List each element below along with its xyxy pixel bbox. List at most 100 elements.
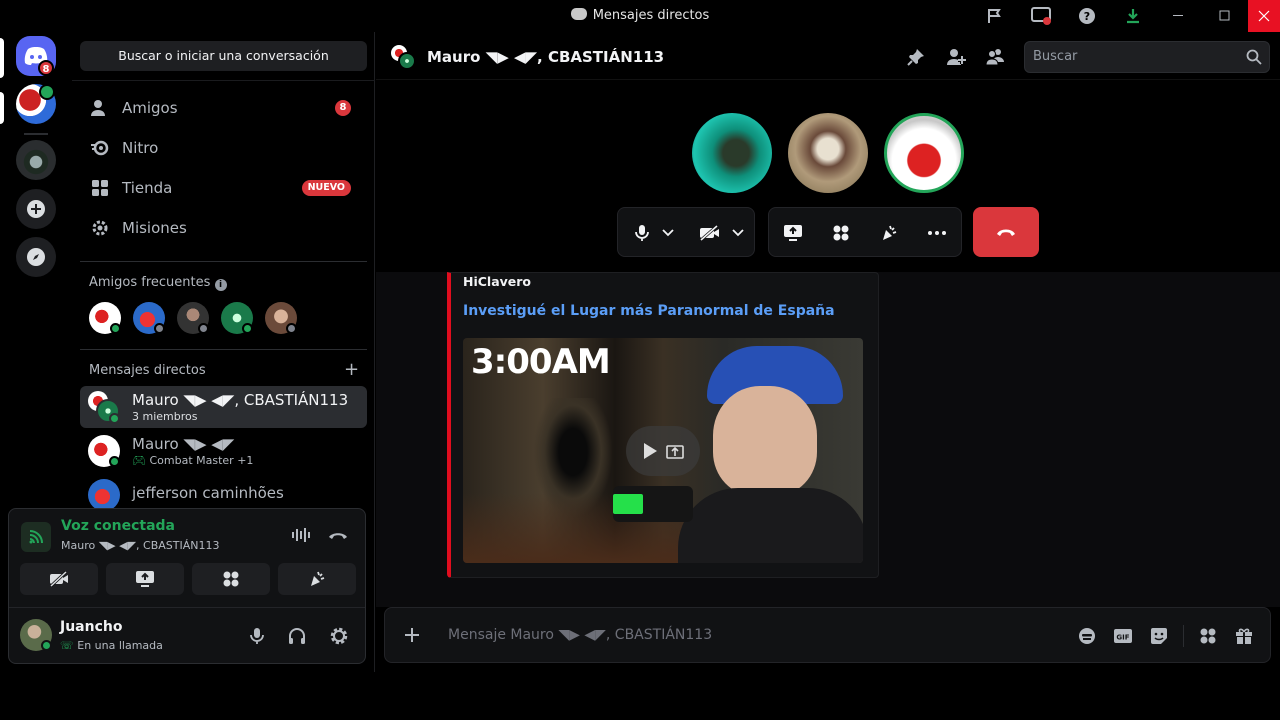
- search-icon[interactable]: [1246, 49, 1262, 69]
- share-screen-button[interactable]: [777, 217, 809, 249]
- microphone-icon: [635, 225, 649, 241]
- camera-button[interactable]: [694, 217, 726, 249]
- download-icon[interactable]: [1110, 0, 1156, 32]
- info-icon[interactable]: i: [214, 279, 227, 291]
- minimize-icon[interactable]: [1156, 0, 1202, 32]
- online-status-icon: [109, 456, 120, 467]
- add-friends-icon[interactable]: [945, 48, 967, 66]
- member-list-icon[interactable]: [984, 48, 1006, 66]
- disconnect-call-button[interactable]: [973, 207, 1039, 257]
- message-input[interactable]: Mensaje Mauro ◥▶ ◀◤, CBASTIÁN113: [448, 627, 712, 643]
- find-conversation-button[interactable]: Buscar o iniciar una conversación: [80, 41, 367, 71]
- activities-button[interactable]: [825, 217, 857, 249]
- headphones-icon[interactable]: [288, 627, 306, 649]
- share-screen-button[interactable]: [106, 563, 184, 595]
- play-controls[interactable]: [626, 426, 700, 476]
- attach-plus-icon[interactable]: [403, 626, 421, 648]
- header-avatar-2: [398, 52, 416, 70]
- activities-icon: [223, 571, 239, 587]
- dm-item[interactable]: Mauro ◥▶ ◀◤ 🎮︎ Combat Master +1: [80, 430, 367, 472]
- video-off-button[interactable]: [20, 563, 98, 595]
- play-icon: [644, 443, 657, 459]
- gift-icon[interactable]: [1233, 625, 1255, 647]
- plus-icon: [27, 200, 45, 218]
- maximize-icon[interactable]: [1202, 0, 1248, 32]
- nav-quests[interactable]: Misiones: [80, 209, 367, 247]
- microphone-icon[interactable]: [249, 627, 265, 649]
- online-status-icon: [242, 323, 253, 334]
- face-shape: [713, 386, 817, 496]
- flag-icon[interactable]: [972, 0, 1018, 32]
- search-input[interactable]: Buscar: [1024, 41, 1270, 73]
- nav-shop[interactable]: Tienda NUEVO: [80, 169, 367, 207]
- nav-friends[interactable]: Amigos 8: [80, 89, 367, 127]
- phone-icon: ☏: [60, 639, 74, 652]
- embed-provider[interactable]: HiClavero: [463, 274, 531, 289]
- camera-options-chevron-icon[interactable]: [728, 217, 748, 249]
- video-thumbnail[interactable]: 3:00AM: [463, 338, 863, 563]
- embed-title-link[interactable]: Investigué el Lugar más Paranormal de Es…: [463, 303, 835, 319]
- discover-button[interactable]: [16, 237, 56, 277]
- server-icon[interactable]: [16, 140, 56, 180]
- search-placeholder: Buscar: [1033, 49, 1078, 64]
- emoji-icon[interactable]: [1076, 625, 1098, 647]
- home-badge: 8: [38, 60, 54, 76]
- disconnect-icon[interactable]: [327, 527, 349, 547]
- divider: [72, 80, 375, 81]
- link-embed: HiClavero Investigué el Lugar más Parano…: [447, 272, 879, 578]
- title-bar: Mensajes directos ?: [0, 0, 1280, 32]
- quests-icon: [90, 218, 110, 238]
- activities-button[interactable]: [192, 563, 270, 595]
- create-dm-icon[interactable]: +: [344, 359, 359, 380]
- gif-icon[interactable]: GIF: [1112, 625, 1134, 647]
- microphone-options-chevron-icon[interactable]: [658, 217, 678, 249]
- signal-icon[interactable]: [21, 522, 51, 552]
- participant-avatar[interactable]: [788, 113, 868, 193]
- divider: [9, 607, 365, 608]
- settings-gear-icon[interactable]: [329, 626, 349, 650]
- divider: [80, 261, 367, 262]
- dm-item[interactable]: jefferson caminhões: [80, 474, 367, 511]
- selected-indicator: [0, 38, 4, 78]
- divider: [1183, 625, 1184, 647]
- dm-avatar: [88, 479, 120, 511]
- thumbnail-text: 3:00AM: [471, 342, 611, 382]
- nav-friends-label: Amigos: [122, 99, 178, 117]
- participant-avatar-speaking[interactable]: [884, 113, 964, 193]
- channel-title[interactable]: Mauro ◥▶ ◀◤, CBASTIÁN113: [427, 48, 664, 66]
- online-status-icon: [41, 640, 52, 651]
- help-icon[interactable]: ?: [1064, 0, 1110, 32]
- main-panel: Mauro ◥▶ ◀◤, CBASTIÁN113 Buscar HiClaver…: [376, 32, 1280, 720]
- frequent-friends-label: Amigos frecuentes: [89, 275, 211, 290]
- participant-avatar[interactable]: [692, 113, 772, 193]
- video-off-icon: [700, 225, 719, 241]
- soundboard-button[interactable]: [278, 563, 356, 595]
- dm-item-group[interactable]: Mauro ◥▶ ◀◤, CBASTIÁN113 3 miembros: [80, 386, 367, 428]
- user-status: ☏ En una llamada: [60, 639, 163, 652]
- user-name: Juancho: [60, 619, 123, 635]
- dm-activity: 🎮︎ Combat Master +1: [132, 454, 253, 467]
- shop-icon: [90, 178, 110, 198]
- soundboard-button[interactable]: [873, 217, 905, 249]
- microphone-button[interactable]: [626, 217, 658, 249]
- add-server-button[interactable]: [16, 189, 56, 229]
- voice-status: Voz conectada: [61, 518, 175, 534]
- guild-separator: [24, 133, 48, 135]
- user-status-text: En una llamada: [77, 639, 163, 652]
- apps-icon[interactable]: [1197, 625, 1219, 647]
- dm-name: Mauro ◥▶ ◀◤: [132, 435, 235, 453]
- frequent-friends-header: Amigos frecuentes i: [89, 275, 227, 291]
- new-badge: NUEVO: [301, 180, 351, 196]
- close-icon[interactable]: [1248, 0, 1280, 32]
- noise-suppression-icon[interactable]: [291, 527, 313, 547]
- screen-share-status-icon[interactable]: [1018, 0, 1064, 32]
- discord-logo-icon: [570, 8, 587, 20]
- dm-name: jefferson caminhões: [132, 484, 284, 502]
- more-options-icon[interactable]: [921, 217, 953, 249]
- voice-channel[interactable]: Mauro ◥▶ ◀◤, CBASTIÁN113: [61, 539, 220, 552]
- dm-name: Mauro ◥▶ ◀◤, CBASTIÁN113: [132, 391, 349, 409]
- camera-screen-shape: [613, 494, 643, 514]
- sticker-icon[interactable]: [1148, 625, 1170, 647]
- nav-nitro[interactable]: Nitro: [80, 129, 367, 167]
- pin-icon[interactable]: [905, 48, 927, 66]
